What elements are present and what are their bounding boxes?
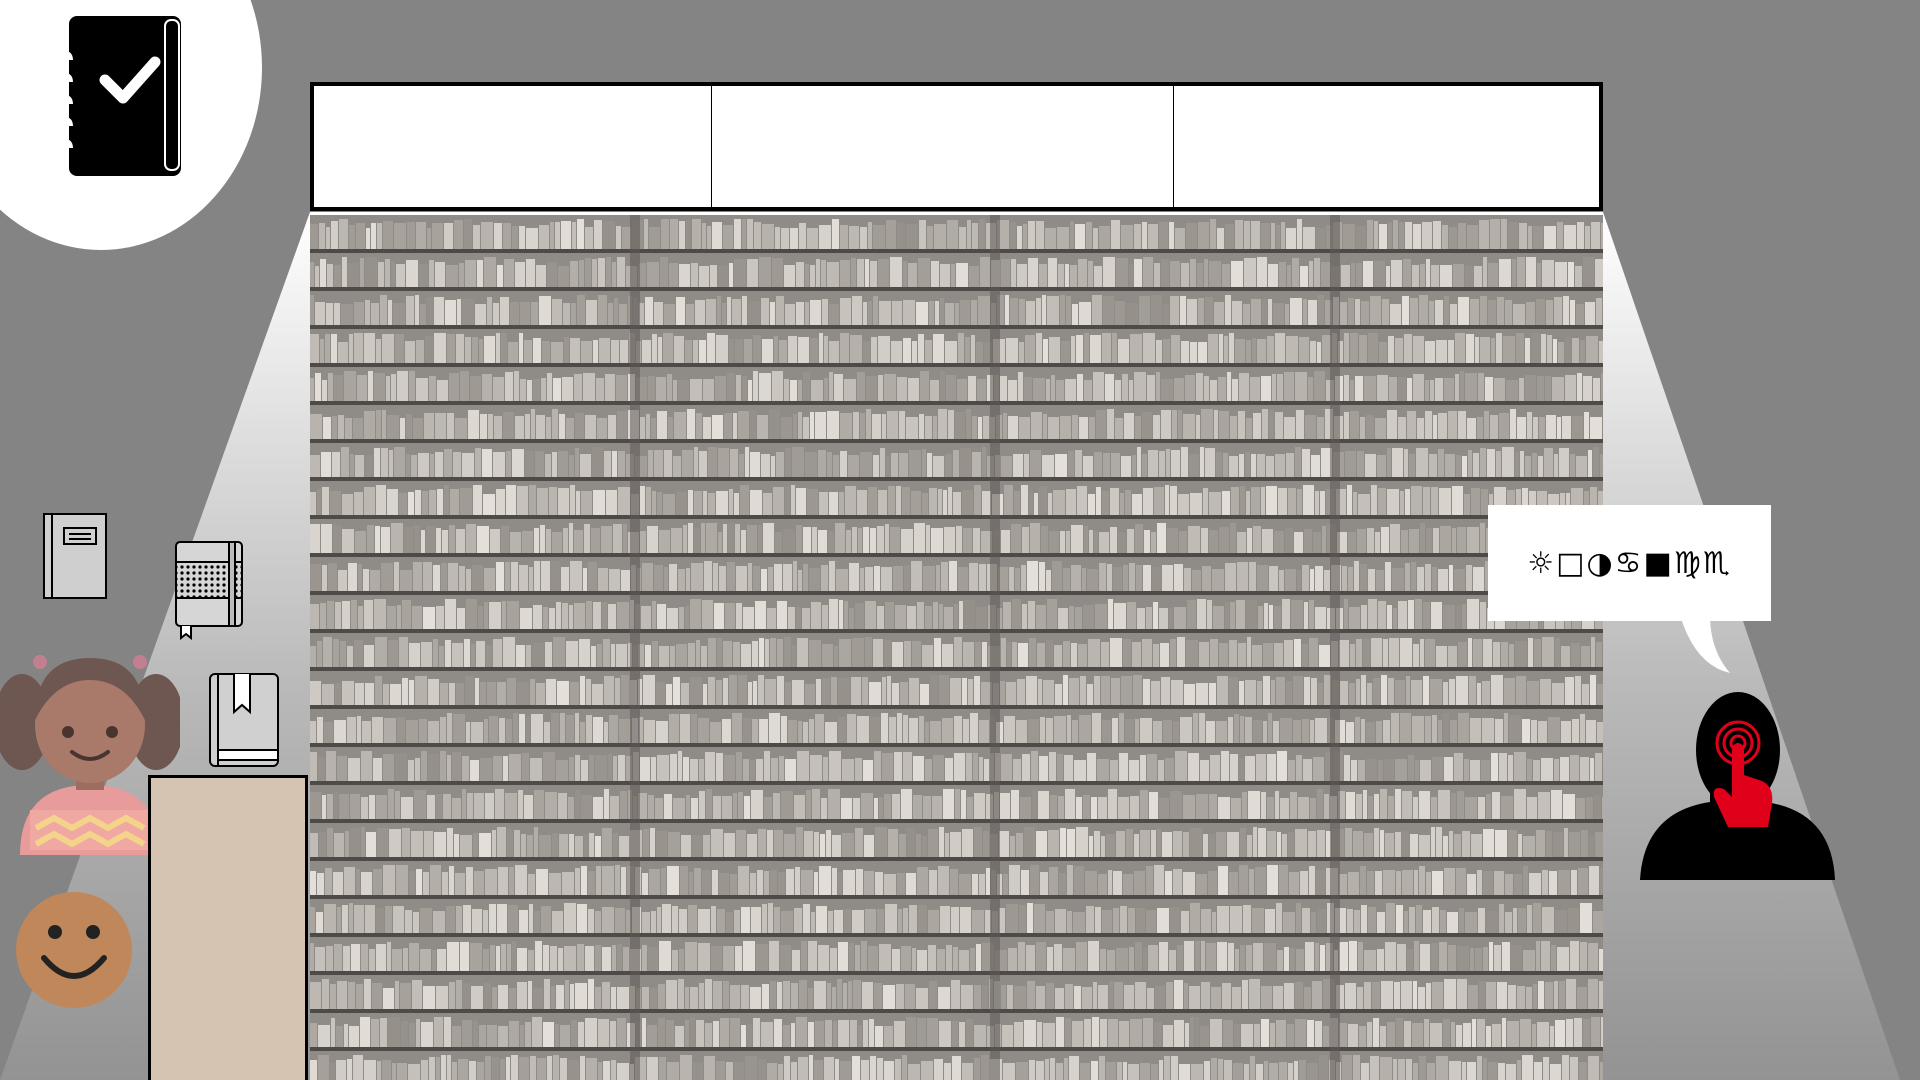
- checked-notebook-icon: [60, 16, 181, 176]
- bookmarked-book-icon: [209, 673, 279, 767]
- speech-bubble-tail: [1680, 615, 1730, 673]
- title-row: [310, 82, 1603, 211]
- scene: ☼□◑♋■♍♏: [0, 0, 1920, 1080]
- speech-bubble: ☼□◑♋■♍♏: [1488, 505, 1771, 621]
- smiley-face-icon: [16, 892, 132, 1008]
- bookshelf-background: [310, 215, 1603, 1080]
- person-touching-ear-icon: [1640, 692, 1835, 880]
- title-cell-3: [1174, 86, 1599, 207]
- book-icon: [43, 513, 107, 599]
- speech-text: ☼□◑♋■♍♏: [1527, 545, 1732, 581]
- title-cell-1: [314, 86, 712, 207]
- dotted-notebook-icon: [175, 541, 243, 640]
- beige-panel: [148, 775, 308, 1080]
- title-cell-2: [712, 86, 1174, 207]
